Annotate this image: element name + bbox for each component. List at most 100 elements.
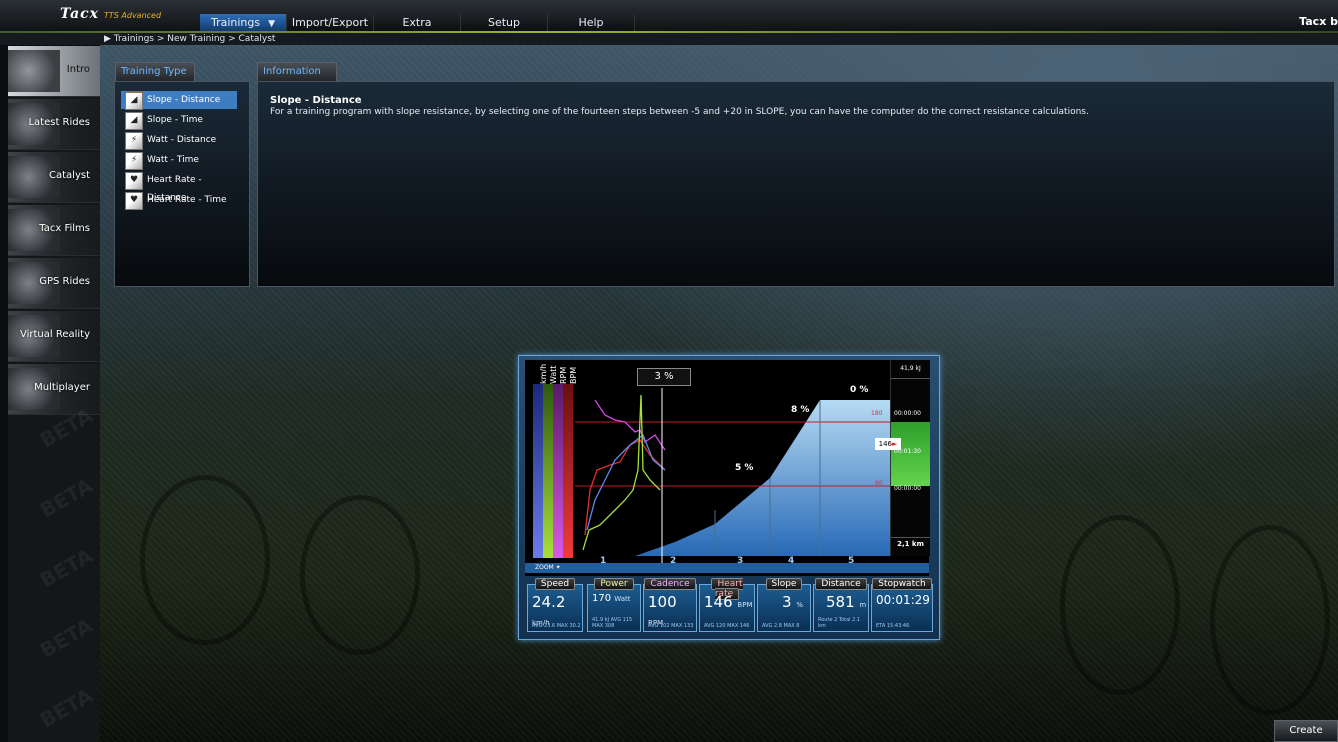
slope-callout: 3 % — [637, 368, 691, 386]
sidebar-item-catalyst[interactable]: Catalyst — [8, 152, 100, 203]
sidebar-item-label: Multiplayer — [34, 382, 90, 393]
heart-time-icon: ♥ — [125, 192, 143, 210]
beta-watermark: BETA — [35, 683, 97, 733]
stat-cadence: Cadence 100 RPM AVG 102 MAX 133 — [643, 578, 697, 632]
slope-area — [575, 400, 890, 556]
heart-icon: ♥ — [125, 172, 143, 190]
menu-extra[interactable]: Extra — [374, 14, 461, 31]
heart-rate-marker: 146► — [875, 438, 901, 450]
zone-high-label: 180 — [871, 410, 883, 417]
training-preview-widget: km/h Watt RPM BPM 3 % 5 % 8 % 0 % 1 2 3 … — [518, 355, 940, 640]
x-tick-label: 3 — [737, 556, 744, 566]
time-readout: 00:00:00 — [894, 410, 921, 417]
menu-trainings[interactable]: Trainings ▼ — [200, 14, 287, 31]
zone-low-label: 80 — [875, 480, 883, 487]
chevron-down-icon: ▼ — [268, 19, 276, 29]
sidebar-item-tacx-films[interactable]: Tacx Films — [8, 205, 100, 256]
x-tick-label: 2 — [670, 556, 677, 566]
stat-sub: Route 2 Total 2.1 km — [818, 617, 861, 629]
rpm-trace — [594, 399, 666, 451]
sidebar-item-label: GPS Rides — [39, 276, 90, 287]
stat-value: 00:01:29 — [876, 593, 930, 607]
information-panel: Slope - Distance For a training program … — [257, 81, 1335, 287]
sidebar-item-intro[interactable]: Intro — [8, 46, 100, 97]
stat-sub: 41.9 kJ AVG 115 MAX 308 — [592, 617, 633, 629]
distance-total: 2,1 km — [897, 540, 924, 548]
app-edition: TTS Advanced — [104, 11, 162, 20]
sidebar-item-latest-rides[interactable]: Latest Rides — [8, 99, 100, 150]
stat-sub: ETA 15:43:46 — [876, 623, 910, 629]
time-readout: 00:00:00 — [894, 485, 921, 492]
stat-sub: AVG 120 MAX 146 — [704, 623, 750, 629]
stat-distance: Distance 581 m Route 2 Total 2.1 km — [813, 578, 869, 632]
gauge-divider — [891, 537, 930, 538]
x-tick-label: 4 — [788, 556, 795, 566]
sidebar-item-label: Intro — [66, 64, 90, 75]
zoom-bar[interactable] — [525, 563, 929, 573]
slope-icon: ◢ — [125, 92, 143, 110]
watt-trace — [582, 394, 661, 551]
watt-time-icon: ⚡ — [125, 152, 143, 170]
training-type-item[interactable]: ◢ Slope - Time — [121, 111, 237, 130]
play-icon: ▶ — [104, 34, 114, 44]
background-photo-wheel — [300, 495, 420, 655]
slope-label: 8 % — [791, 405, 810, 415]
beta-watermark: BETA — [35, 543, 97, 593]
x-tick-label: 1 — [600, 556, 607, 566]
energy-readout: 41,9 kJ — [900, 365, 921, 372]
stat-label: Cadence — [644, 578, 696, 590]
sidebar-item-label: Virtual Reality — [19, 329, 90, 340]
top-bar: Tacx TTS Advanced Trainings ▼ Import/Expo… — [0, 0, 1338, 33]
stat-stopwatch: Stopwatch 00:01:29 ETA 15:43:46 — [871, 578, 933, 632]
stat-heart-rate: Heart rate 146 BPM AVG 120 MAX 146 — [699, 578, 755, 632]
sidebar: Intro Latest Rides Catalyst Tacx Films G… — [8, 46, 100, 742]
training-type-item[interactable]: ♥ Heart Rate - Time — [121, 191, 237, 210]
stat-value: 170 Watt — [592, 593, 631, 604]
stat-label: Slope — [765, 578, 803, 590]
slope-label: 0 % — [850, 385, 869, 395]
right-gauge: 41,9 kJ 00:00:00 00:01:30 00:00:00 2,1 k… — [890, 360, 930, 556]
stat-sub: AVG 2.8 MAX 8 — [762, 623, 800, 629]
sidebar-item-gps-rides[interactable]: GPS Rides — [8, 258, 100, 309]
x-tick-label: 5 — [848, 556, 855, 566]
zoom-label[interactable]: ZOOM ✦ — [535, 563, 561, 573]
watt-icon: ⚡ — [125, 132, 143, 150]
info-title: Slope - Distance — [270, 95, 362, 106]
sidebar-item-virtual-reality[interactable]: Virtual Reality — [8, 311, 100, 362]
stat-value: 146 BPM — [704, 593, 753, 611]
beta-watermark: BETA — [35, 613, 97, 663]
stat-value: 3 % — [782, 593, 803, 611]
breadcrumb: ▶ Trainings > New Training > Catalyst — [104, 34, 276, 44]
main-menu: Trainings ▼ Import/Export Extra Setup Hel… — [200, 14, 635, 31]
beta-watermark: BETA — [35, 473, 97, 523]
training-type-item[interactable]: ♥ Heart Rate - Distance — [121, 171, 237, 203]
training-chart: km/h Watt RPM BPM 3 % 5 % 8 % 0 % 1 2 3 … — [525, 360, 930, 576]
stat-sub: AVG 23.6 MAX 30.2 — [532, 623, 581, 629]
menu-help[interactable]: Help — [548, 14, 635, 31]
create-button[interactable]: Create — [1274, 720, 1338, 742]
stat-label: Speed — [534, 578, 576, 590]
sidebar-item-label: Tacx Films — [39, 223, 90, 234]
background-photo-wheel — [140, 475, 270, 645]
sidebar-item-label: Latest Rides — [28, 117, 90, 128]
background-photo-wheel — [1210, 525, 1330, 715]
training-type-item[interactable]: ⚡ Watt - Time — [121, 151, 237, 170]
tab-information[interactable]: Information — [257, 62, 337, 81]
intro-thumbnail — [8, 50, 60, 92]
info-text: For a training program with slope resist… — [270, 107, 1089, 117]
app-logo: Tacx — [60, 6, 100, 22]
training-type-panel: ◢ Slope - Distance ◢ Slope - Time ⚡ Watt - … — [114, 81, 250, 287]
menu-import-export[interactable]: Import/Export — [287, 14, 374, 31]
training-type-item[interactable]: ⚡ Watt - Distance — [121, 131, 237, 150]
training-type-item[interactable]: ◢ Slope - Distance — [121, 91, 237, 110]
tab-training-type[interactable]: Training Type — [115, 62, 195, 81]
breadcrumb-bar: ▶ Trainings > New Training > Catalyst — [0, 33, 1338, 45]
stat-value: 581 m — [826, 593, 867, 611]
slope-time-icon: ◢ — [125, 112, 143, 130]
stat-speed: Speed 24.2 km/h AVG 23.6 MAX 30.2 — [527, 578, 583, 632]
menu-setup[interactable]: Setup — [461, 14, 548, 31]
sidebar-item-label: Catalyst — [49, 170, 90, 181]
stat-slope: Slope 3 % AVG 2.8 MAX 8 — [757, 578, 811, 632]
top-right-label: Tacx b — [1299, 15, 1338, 28]
stat-label: Power — [594, 578, 634, 590]
